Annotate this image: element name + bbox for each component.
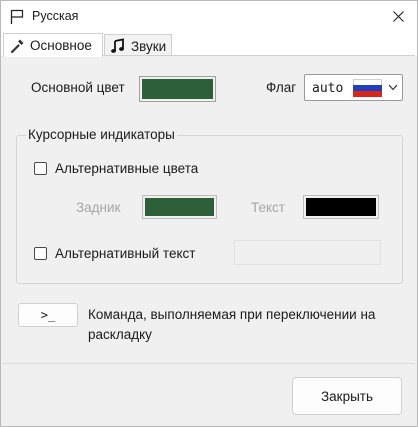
flag-outline-icon [10, 9, 24, 24]
command-button[interactable]: >_ [18, 303, 78, 327]
tab-general-label: Основное [30, 38, 92, 53]
flag-value: auto [312, 81, 344, 96]
background-color-label: Задник [76, 200, 121, 215]
cursor-group-title: Курсорные индикаторы [26, 127, 177, 142]
title-bar: Русская [1, 1, 417, 32]
russia-flag-icon [353, 79, 382, 97]
alt-colors-checkbox[interactable] [34, 162, 47, 175]
chevron-down-icon [388, 84, 398, 91]
dialog-window: Русская Основное Звуки Основной цвет Фла… [0, 0, 418, 427]
wrench-icon [9, 38, 25, 54]
flag-combobox[interactable]: auto [304, 74, 403, 101]
command-description: Команда, выполняемая при переключении на… [88, 307, 376, 342]
alt-colors-label[interactable]: Альтернативные цвета [55, 161, 198, 176]
main-color-label: Основной цвет [31, 80, 125, 95]
window-close-button[interactable] [383, 3, 413, 30]
alt-text-checkbox[interactable] [34, 247, 47, 260]
flag-label: Флаг [266, 80, 297, 95]
background-color-fill [145, 198, 214, 216]
tab-sounds[interactable]: Звуки [104, 34, 172, 57]
text-color-label: Текст [251, 200, 285, 215]
music-note-icon [110, 38, 126, 54]
alt-text-label[interactable]: Альтернативный текст [55, 246, 195, 261]
alt-text-input[interactable] [234, 240, 381, 265]
background-color-swatch[interactable] [142, 195, 217, 219]
window-title: Русская [32, 9, 79, 23]
text-color-fill [306, 198, 376, 216]
close-icon [392, 11, 404, 22]
tab-sounds-label: Звуки [131, 38, 167, 54]
tab-bar: Основное Звуки [1, 32, 417, 57]
tab-general[interactable]: Основное [3, 33, 103, 57]
main-color-fill [142, 79, 213, 99]
text-color-swatch[interactable] [303, 195, 379, 219]
main-color-swatch[interactable] [139, 76, 216, 102]
close-button[interactable]: Закрыть [292, 377, 402, 415]
